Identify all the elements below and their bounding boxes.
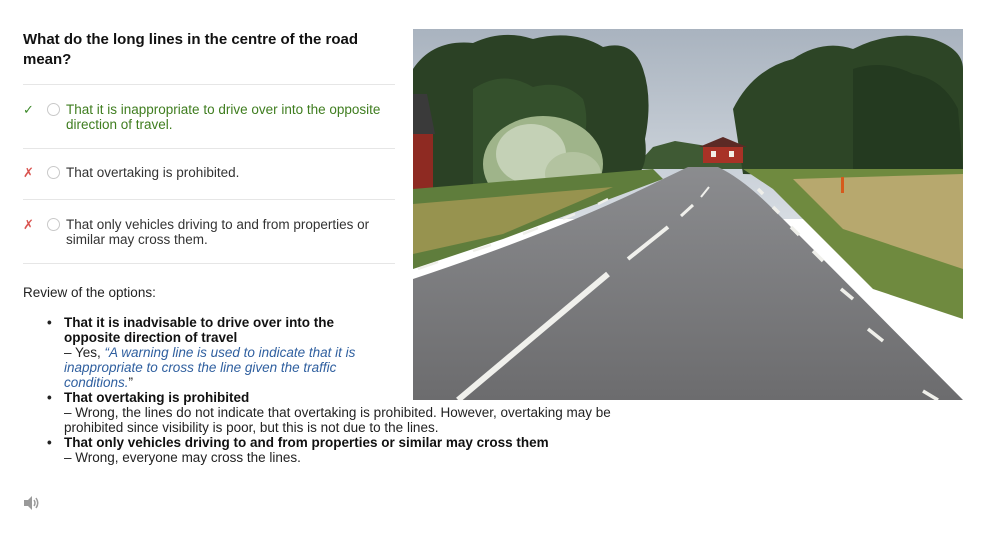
review-item-1-suffix: ”	[128, 375, 134, 390]
cross-icon: ✗	[23, 217, 34, 232]
radio-button[interactable]	[47, 166, 60, 179]
review-title: Review of the options:	[23, 285, 156, 300]
radio-button[interactable]	[47, 218, 60, 231]
speaker-icon[interactable]	[23, 495, 41, 511]
option-3-text: That only vehicles driving to and from p…	[66, 217, 370, 247]
review-item-3-head: That only vehicles driving to and from p…	[64, 435, 549, 450]
cross-icon: ✗	[23, 165, 34, 180]
road-photo	[413, 29, 963, 400]
review-item-2-body: – Wrong, the lines do not indicate that …	[64, 405, 611, 435]
option-2-text: That overtaking is prohibited.	[66, 165, 240, 180]
answer-options: ✓ That it is inappropriate to drive over…	[23, 84, 395, 264]
review-item-1: • That it is inadvisable to drive over i…	[23, 315, 364, 390]
option-1[interactable]: ✓ That it is inappropriate to drive over…	[23, 84, 395, 148]
review-item-1-prefix: – Yes,	[64, 345, 105, 360]
option-2[interactable]: ✗ That overtaking is prohibited.	[23, 148, 395, 199]
check-icon: ✓	[23, 102, 34, 117]
review-item-1-head: That it is inadvisable to drive over int…	[64, 315, 335, 345]
radio-button[interactable]	[47, 103, 60, 116]
option-3[interactable]: ✗ That only vehicles driving to and from…	[23, 199, 395, 264]
option-1-text: That it is inappropriate to drive over i…	[66, 102, 381, 132]
review-item-3-body: – Wrong, everyone may cross the lines.	[64, 450, 301, 465]
review-item-3: • That only vehicles driving to and from…	[23, 435, 654, 465]
review-item-1-quote: “A warning line is used to indicate that…	[64, 345, 356, 390]
question-title: What do the long lines in the centre of …	[23, 31, 359, 68]
